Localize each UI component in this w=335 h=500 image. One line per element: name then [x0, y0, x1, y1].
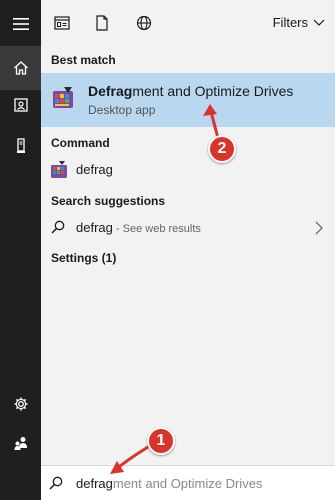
command-label: defrag	[76, 162, 113, 177]
filters-label: Filters	[272, 15, 308, 30]
suggestion-text: defrag - See web results	[76, 220, 201, 235]
search-box[interactable]: defragment and Optimize Drives	[41, 465, 335, 500]
best-match-result[interactable]: Defragment and Optimize Drives Desktop a…	[41, 73, 335, 127]
settings-icon	[14, 397, 27, 411]
command-result[interactable]: defrag	[41, 157, 335, 183]
defrag-command-icon	[51, 161, 67, 178]
search-typed-text: defrag	[76, 476, 113, 491]
settings-rail-button[interactable]	[0, 382, 41, 426]
best-match-title: Defragment and Optimize Drives	[88, 83, 293, 99]
search-suggestions-heading: Search suggestions	[51, 194, 166, 208]
hamburger-menu-button[interactable]	[0, 2, 41, 46]
search-scope-bar: Filters	[41, 0, 335, 46]
best-match-subtitle: Desktop app	[88, 103, 156, 117]
best-match-heading: Best match	[51, 53, 116, 67]
search-autocomplete-text: ment and Optimize Drives	[112, 476, 263, 491]
command-heading: Command	[51, 136, 110, 150]
home-icon	[13, 61, 28, 75]
annotation-badge-1: 1	[147, 427, 175, 455]
start-menu-rail	[0, 0, 41, 500]
web-suggestion-result[interactable]: defrag - See web results	[41, 215, 335, 241]
apps-scope-button[interactable]	[53, 14, 71, 32]
best-match-title-rest: ment and Optimize Drives	[132, 83, 294, 99]
documents-icon	[96, 15, 108, 31]
tower-pc-icon	[16, 138, 25, 153]
feedback-rail-button[interactable]	[0, 421, 41, 465]
search-results-panel: Filters Best match Defragment and Optimi…	[41, 0, 335, 465]
hamburger-menu-icon	[12, 18, 29, 30]
annotation-badge-2: 2	[208, 135, 236, 163]
feedback-people-icon	[14, 437, 27, 450]
defragment-app-icon	[53, 87, 73, 108]
best-match-title-bold: Defrag	[88, 83, 133, 99]
suggestion-label: defrag	[76, 220, 113, 235]
web-icon	[136, 15, 152, 31]
suggestion-hint: - See web results	[112, 223, 201, 235]
chevron-right-icon[interactable]	[315, 221, 323, 235]
search-icon	[51, 220, 65, 234]
device-rail-button[interactable]	[0, 124, 41, 168]
settings-heading[interactable]: Settings (1)	[51, 251, 116, 265]
chevron-down-icon	[313, 19, 325, 26]
web-scope-button[interactable]	[135, 14, 153, 32]
search-input[interactable]: defragment and Optimize Drives	[76, 476, 262, 491]
documents-rail-button[interactable]	[0, 83, 41, 127]
documents-scope-button[interactable]	[93, 14, 111, 32]
search-box-icon	[49, 476, 63, 490]
document-icon	[13, 98, 28, 112]
filters-dropdown[interactable]: Filters	[273, 15, 325, 30]
apps-icon	[54, 16, 70, 30]
